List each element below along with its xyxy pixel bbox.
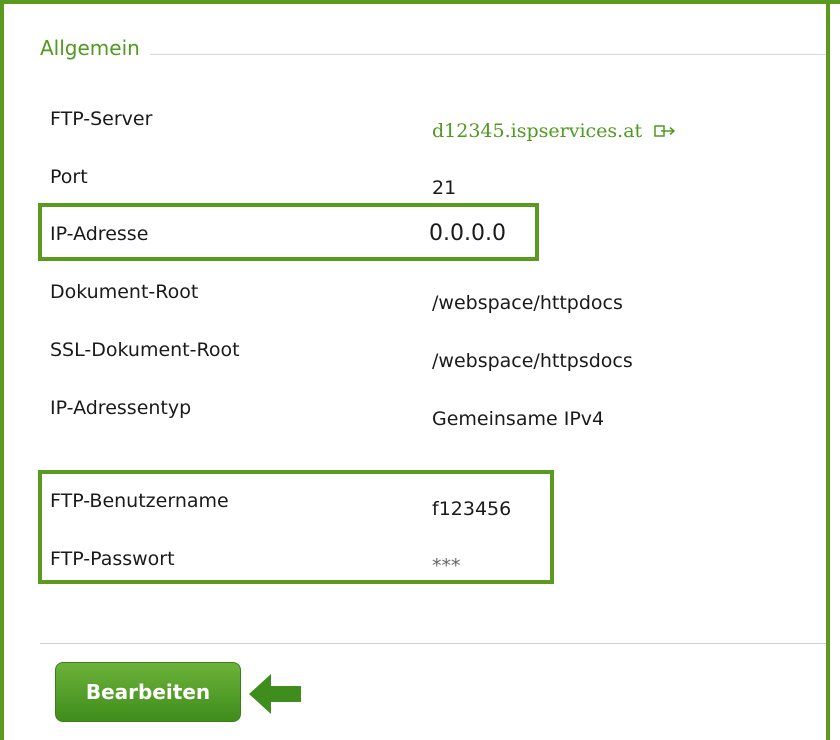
ftp-server-value[interactable]: d12345.ispservices.at (432, 120, 642, 142)
document-root-label: Dokument-Root (50, 281, 199, 303)
port-label: Port (50, 166, 88, 188)
ftp-server-label: FTP-Server (50, 108, 153, 130)
ssl-document-root-label: SSL-Dokument-Root (50, 339, 240, 361)
panel-frame-right (826, 0, 830, 740)
document-root-value: /webspace/httpdocs (432, 292, 623, 314)
ftp-server-link[interactable]: d12345.ispservices.at (432, 120, 676, 142)
actions-divider (40, 643, 826, 644)
ssl-document-root-value: /webspace/httpsdocs (432, 350, 633, 372)
ip-type-label: IP-Adressentyp (50, 397, 192, 419)
legend-divider (40, 54, 826, 55)
external-link-icon[interactable] (654, 124, 676, 138)
edit-button[interactable]: Bearbeiten (55, 662, 241, 722)
port-value: 21 (432, 177, 457, 199)
section-legend: Allgemein (40, 36, 150, 60)
ftp-credentials-highlight (38, 470, 554, 584)
ip-address-highlight (38, 203, 539, 261)
ip-type-value: Gemeinsame IPv4 (432, 408, 605, 430)
arrow-left-icon (249, 674, 301, 714)
